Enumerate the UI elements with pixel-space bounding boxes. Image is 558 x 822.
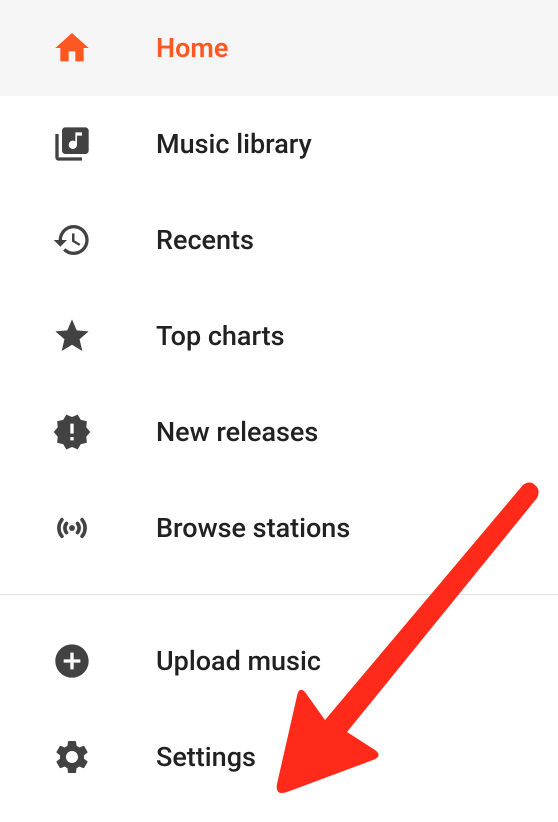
nav-item-recents[interactable]: Recents: [0, 192, 558, 288]
nav-item-settings[interactable]: Settings: [0, 709, 558, 805]
new-releases-icon: [50, 410, 94, 454]
add-circle-icon: [50, 639, 94, 683]
recents-icon: [50, 218, 94, 262]
radio-icon: [50, 506, 94, 550]
nav-secondary-section: Upload music Settings: [0, 613, 558, 805]
nav-item-label: Home: [156, 32, 228, 64]
star-icon: [50, 314, 94, 358]
nav-item-label: Settings: [156, 741, 256, 773]
nav-item-music-library[interactable]: Music library: [0, 96, 558, 192]
nav-item-home[interactable]: Home: [0, 0, 558, 96]
nav-item-label: Recents: [156, 224, 254, 256]
nav-item-new-releases[interactable]: New releases: [0, 384, 558, 480]
gear-icon: [50, 735, 94, 779]
nav-item-label: New releases: [156, 416, 318, 448]
nav-item-label: Top charts: [156, 320, 285, 352]
nav-item-label: Browse stations: [156, 512, 350, 544]
nav-item-upload-music[interactable]: Upload music: [0, 613, 558, 709]
nav-item-browse-stations[interactable]: Browse stations: [0, 480, 558, 576]
nav-main-section: Home Music library Recents Top charts: [0, 0, 558, 576]
nav-item-label: Music library: [156, 128, 312, 160]
music-library-icon: [50, 122, 94, 166]
nav-item-top-charts[interactable]: Top charts: [0, 288, 558, 384]
home-icon: [50, 26, 94, 70]
nav-item-label: Upload music: [156, 645, 321, 677]
nav-divider: [0, 594, 558, 595]
